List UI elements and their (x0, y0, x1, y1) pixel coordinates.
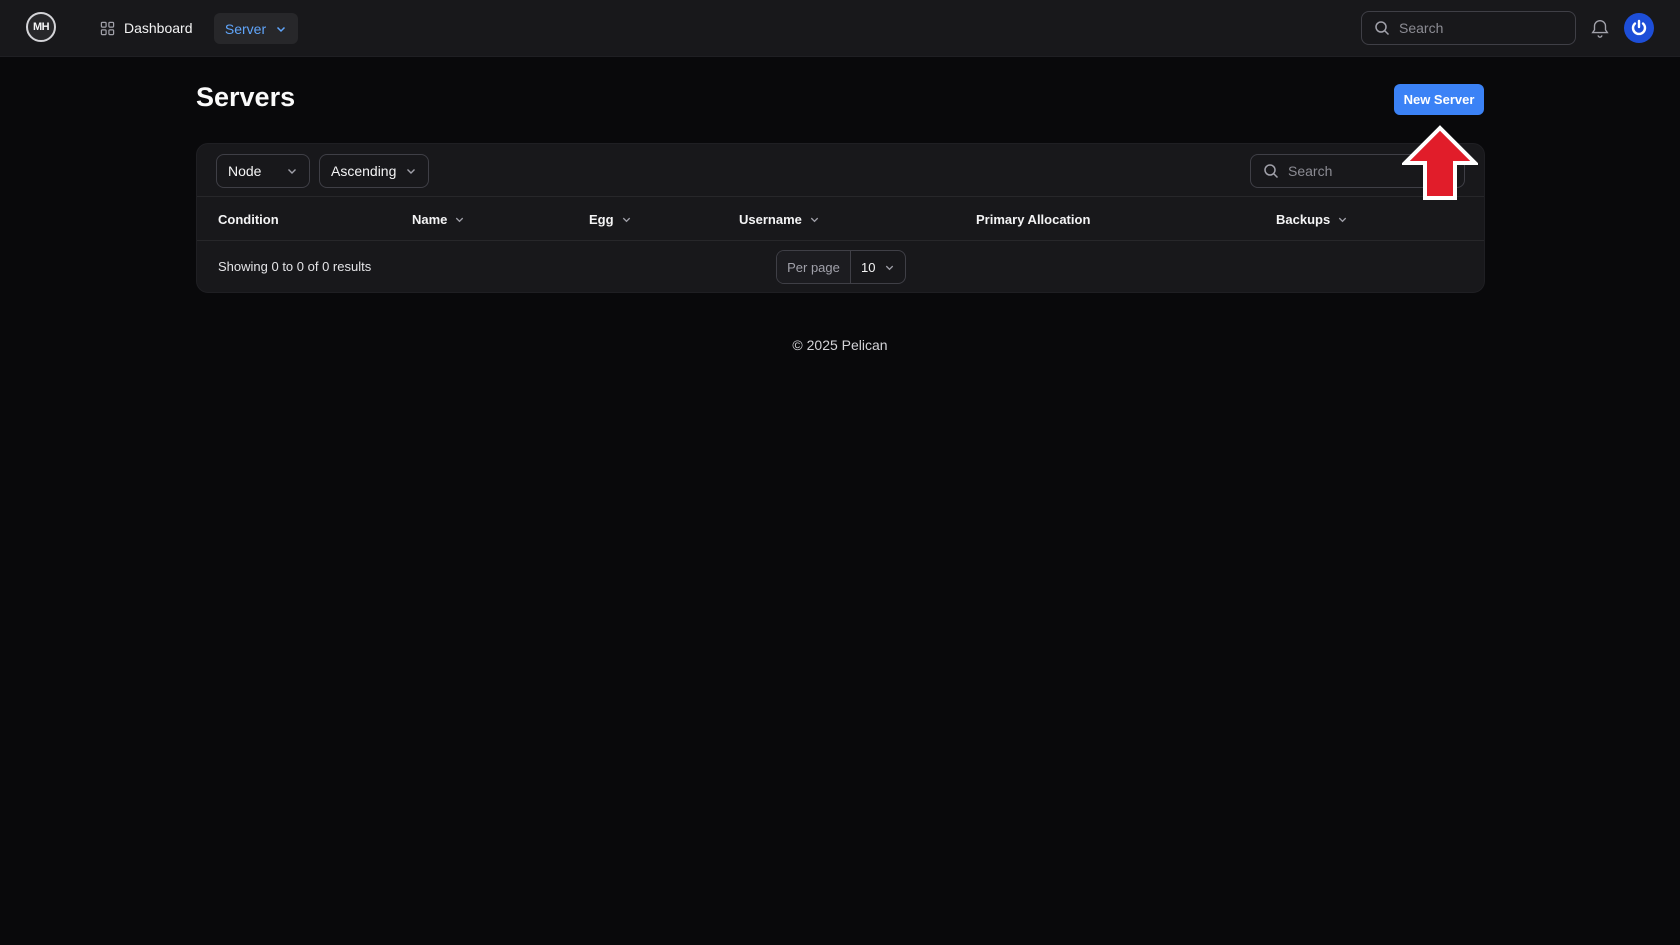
column-header-username[interactable]: Username (739, 197, 820, 241)
per-page-label: Per page (777, 251, 851, 283)
chevron-down-icon (1339, 217, 1347, 222)
power-icon (1631, 19, 1647, 36)
logo-icon[interactable]: MH (26, 12, 56, 42)
column-header-primary-allocation[interactable]: Primary Allocation (976, 197, 1090, 241)
search-icon (1264, 164, 1279, 179)
group-select[interactable]: Node (216, 154, 310, 188)
chevron-down-icon (885, 265, 894, 270)
grid-icon (100, 21, 115, 35)
column-header-label: Condition (218, 211, 279, 227)
column-header-label: Name (412, 211, 448, 227)
search-icon (1375, 21, 1390, 36)
group-select-value: Node (228, 163, 262, 179)
column-header-label: Primary Allocation (976, 211, 1091, 227)
red-arrow-annotation (1402, 125, 1478, 200)
chevron-down-icon (288, 169, 296, 174)
global-search[interactable] (1361, 11, 1576, 45)
per-page-value: 10 (861, 259, 876, 275)
chevron-down-icon (407, 169, 415, 174)
nav-server-label: Server (224, 20, 267, 37)
column-header-condition[interactable]: Condition (218, 197, 279, 241)
nav-item-server[interactable]: Server (214, 13, 298, 44)
column-header-backups[interactable]: Backups (1276, 197, 1348, 241)
nav-dashboard-label: Dashboard (124, 20, 193, 36)
footer-copyright: © 2025 Pelican (792, 337, 888, 353)
nav-item-dashboard[interactable]: Dashboard (100, 16, 193, 40)
pagination-row: Showing 0 to 0 of 0 results Per page 10 (197, 241, 1484, 294)
table-toolbar: Node Ascending (197, 144, 1484, 197)
chevron-down-icon (277, 26, 286, 32)
column-header-egg[interactable]: Egg (589, 197, 632, 241)
results-count: Showing 0 to 0 of 0 results (218, 259, 372, 274)
per-page-select[interactable]: 10 (851, 251, 905, 283)
column-header-label: Username (739, 211, 802, 227)
chevron-down-icon (622, 217, 630, 222)
chevron-down-icon (456, 217, 464, 222)
column-header-label: Egg (589, 211, 614, 227)
chevron-down-icon (810, 217, 819, 222)
column-header-name[interactable]: Name (412, 197, 465, 241)
user-avatar[interactable] (1624, 13, 1654, 43)
bell-icon[interactable] (1589, 17, 1611, 39)
servers-table-panel: Node Ascending Condition Name Egg Userna… (196, 143, 1485, 293)
new-server-button[interactable]: New Server (1394, 84, 1484, 115)
per-page-control: Per page 10 (776, 250, 906, 284)
top-navigation-bar: MH Dashboard Server (0, 0, 1680, 57)
direction-select-value: Ascending (331, 163, 397, 179)
page-title: Servers (196, 82, 296, 112)
table-header-row: Condition Name Egg Username Primary Allo… (197, 197, 1484, 241)
direction-select[interactable]: Ascending (319, 154, 429, 188)
column-header-label: Backups (1276, 211, 1331, 227)
global-search-input[interactable] (1399, 20, 1549, 36)
